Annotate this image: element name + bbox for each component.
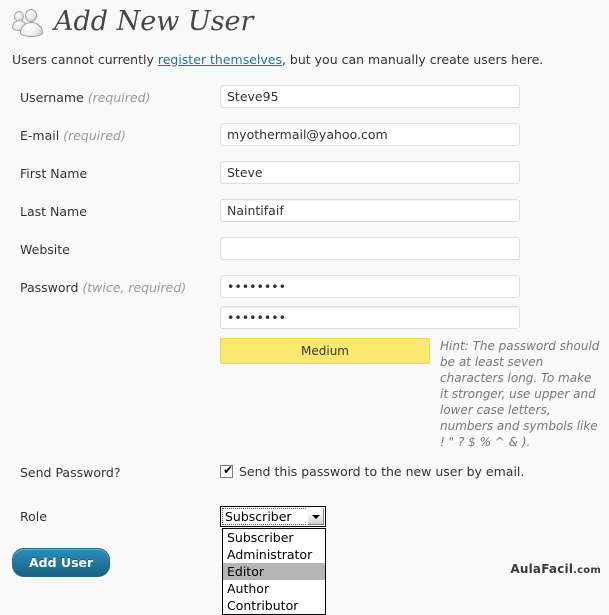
label-last-name-text: Last Name — [20, 204, 87, 219]
checkmark-icon: ✔ — [223, 463, 234, 477]
label-username-note: (required) — [83, 90, 151, 105]
email-input[interactable] — [220, 123, 520, 146]
password-input-1[interactable] — [220, 275, 520, 298]
form-row-email: E-mail (required) — [0, 123, 609, 161]
label-username-text: Username — [20, 90, 84, 105]
form-row-last-name: Last Name — [0, 199, 609, 237]
form-row-first-name: First Name — [0, 161, 609, 199]
page-title: Add New User — [54, 6, 254, 37]
watermark-tld: .com — [573, 565, 601, 576]
field-cell-send-password: ✔ Send this password to the new user by … — [220, 460, 609, 479]
field-cell-password: Medium Hint: The password should be at l… — [220, 275, 609, 450]
label-first-name-text: First Name — [20, 166, 88, 181]
intro-text: Users cannot currently register themselv… — [0, 42, 609, 67]
send-password-checkbox-row[interactable]: ✔ Send this password to the new user by … — [220, 460, 609, 479]
label-username: Username (required) — [0, 85, 220, 105]
password-strength-row: Medium Hint: The password should be at l… — [220, 338, 609, 450]
watermark-name: AulaFacil — [510, 562, 574, 576]
password-input-2[interactable] — [220, 306, 520, 329]
label-email: E-mail (required) — [0, 123, 220, 143]
intro-before: Users cannot currently — [12, 52, 158, 67]
field-cell-first-name — [220, 161, 609, 184]
watermark: AulaFacil.com — [510, 562, 601, 576]
username-input[interactable] — [220, 85, 520, 108]
chevron-down-icon[interactable] — [307, 508, 324, 525]
add-new-user-form: Username (required) E-mail (required) Fi… — [0, 85, 609, 615]
label-first-name: First Name — [0, 161, 220, 181]
register-themselves-link[interactable]: register themselves — [158, 52, 282, 67]
label-last-name: Last Name — [0, 199, 220, 219]
send-password-checkbox-label: Send this password to the new user by em… — [239, 464, 525, 479]
label-send-password: Send Password? — [20, 465, 121, 480]
form-row-send-password: Send Password? ✔ Send this password to t… — [0, 450, 609, 504]
users-icon — [12, 7, 48, 39]
field-cell-email — [220, 123, 609, 146]
password-hint: Hint: The password should be at least se… — [440, 339, 600, 449]
form-row-role: Role Subscriber Subscriber Administrator… — [0, 504, 609, 615]
role-select-value: Subscriber — [225, 509, 292, 524]
form-row-username: Username (required) — [0, 85, 609, 123]
label-role: Role — [20, 509, 47, 524]
role-option-administrator[interactable]: Administrator — [223, 546, 325, 563]
role-select[interactable]: Subscriber — [220, 506, 326, 527]
form-row-password: Password (twice, required) Medium Hint: … — [0, 275, 609, 450]
role-option-author[interactable]: Author — [223, 580, 325, 597]
last-name-input[interactable] — [220, 199, 520, 222]
field-cell-last-name — [220, 199, 609, 222]
field-cell-username — [220, 85, 609, 108]
role-option-editor[interactable]: Editor — [223, 563, 325, 580]
label-email-text: E-mail — [20, 128, 60, 143]
send-password-checkbox[interactable]: ✔ — [220, 463, 234, 478]
website-input[interactable] — [220, 237, 520, 260]
role-option-subscriber[interactable]: Subscriber — [223, 529, 325, 546]
password-strength-meter: Medium — [220, 338, 430, 364]
field-cell-role: Subscriber Subscriber Administrator Edit… — [220, 504, 609, 615]
label-website-text: Website — [20, 242, 70, 257]
label-password-note: (twice, required) — [78, 280, 187, 295]
form-row-website: Website — [0, 237, 609, 275]
role-select-dropdown[interactable]: Subscriber Administrator Editor Author C… — [222, 528, 326, 615]
role-select-wrapper: Subscriber Subscriber Administrator Edit… — [220, 504, 326, 615]
label-website: Website — [0, 237, 220, 257]
label-password: Password (twice, required) — [0, 275, 220, 295]
page-header: Add New User — [0, 0, 609, 42]
label-password-text: Password — [20, 280, 79, 295]
role-option-contributor[interactable]: Contributor — [223, 597, 325, 614]
add-user-button[interactable]: Add User — [12, 548, 111, 577]
first-name-input[interactable] — [220, 161, 520, 184]
intro-after: , but you can manually create users here… — [281, 52, 544, 67]
field-cell-website — [220, 237, 609, 260]
label-email-note: (required) — [59, 128, 126, 143]
